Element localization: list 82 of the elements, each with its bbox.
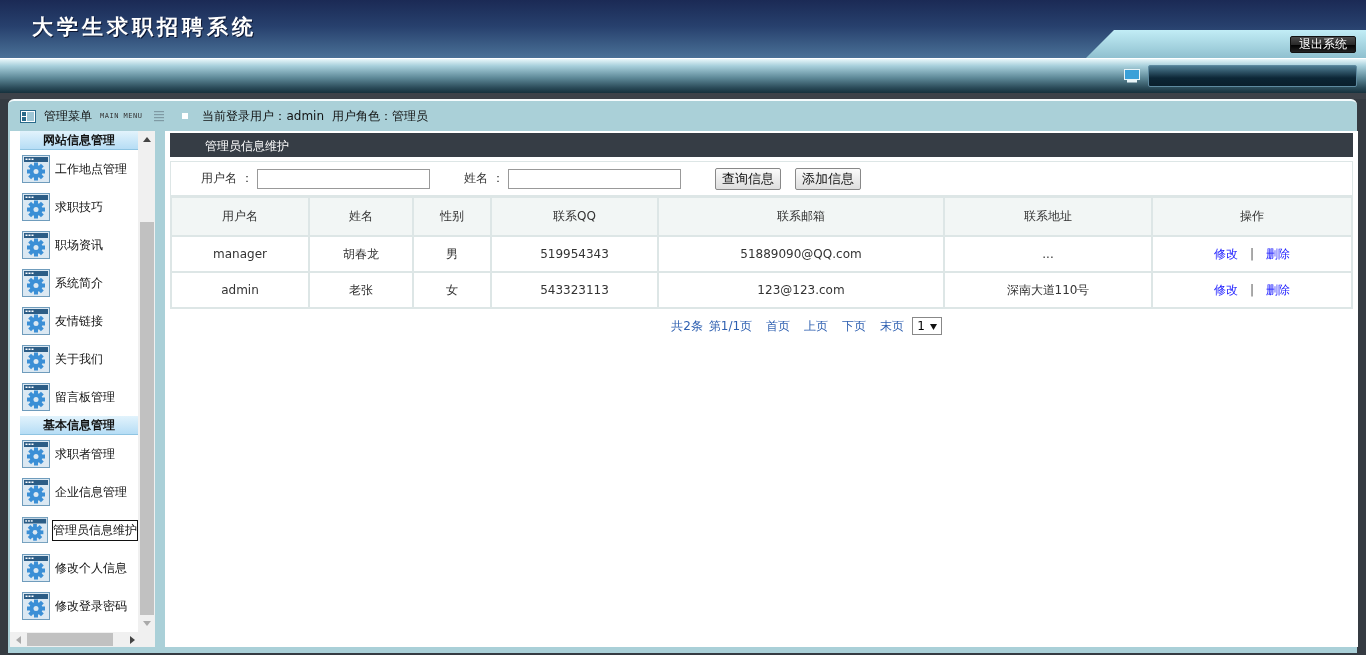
gear-window-icon — [22, 478, 50, 506]
table-cell: 老张 — [309, 272, 413, 308]
system-title: 大学生求职招聘系统 — [31, 13, 257, 41]
gear-window-icon — [22, 554, 50, 582]
column-header: 操作 — [1152, 197, 1352, 236]
record-count: 共2条 — [671, 317, 703, 335]
menu-item[interactable]: 修改登录密码 — [54, 595, 128, 617]
square-bullet-icon — [182, 113, 189, 119]
field-label: 姓名 ： — [463, 170, 504, 187]
gear-window-icon — [22, 592, 50, 620]
menu-item[interactable]: 职场资讯 — [54, 234, 104, 256]
gear-window-icon — [22, 155, 50, 183]
menu-group-header[interactable]: 网站信息管理 — [20, 131, 138, 150]
page-select[interactable]: 1 — [912, 317, 942, 335]
menu-item[interactable]: 工作地点管理 — [54, 158, 128, 180]
vertical-scrollbar[interactable] — [138, 131, 155, 632]
horizontal-scrollbar[interactable] — [10, 632, 155, 647]
page-indicator: 第1/1页 — [708, 317, 753, 335]
column-header: 用户名 — [171, 197, 309, 236]
table-cell: admin — [171, 272, 309, 308]
link-separator: | — [1249, 246, 1254, 261]
left-arrow-icon[interactable] — [16, 635, 21, 644]
menu-panel-icon — [20, 109, 36, 123]
gear-window-icon — [22, 269, 50, 297]
menu-item[interactable]: 求职技巧 — [54, 196, 104, 218]
field-label: 用户名 ： — [201, 170, 253, 187]
menu-item[interactable]: 求职者管理 — [54, 443, 116, 465]
link-separator: | — [1249, 282, 1254, 297]
monitor-icon — [1124, 69, 1140, 83]
table-cell: 543323113 — [491, 272, 658, 308]
gear-window-icon — [22, 516, 48, 544]
delete-link[interactable]: 删除 — [1266, 246, 1290, 261]
gear-window-icon — [22, 307, 50, 335]
table-cell: 123@123.com — [658, 272, 944, 308]
pager-link[interactable]: 上页 — [804, 317, 829, 335]
menu-item[interactable]: 修改个人信息 — [54, 557, 128, 579]
table-cell: 深南大道110号 — [944, 272, 1152, 308]
down-arrow-icon[interactable] — [142, 621, 151, 626]
menu-item[interactable]: 系统简介 — [54, 272, 104, 294]
delete-link[interactable]: 删除 — [1266, 282, 1290, 297]
table-cell: 51889090@QQ.com — [658, 236, 944, 272]
section-title: 管理员信息维护 — [170, 133, 1353, 157]
table-cell: 女 — [413, 272, 491, 308]
menu-item[interactable]: 企业信息管理 — [54, 481, 128, 503]
gear-window-icon — [22, 440, 50, 468]
scrollbar-thumb[interactable] — [27, 633, 113, 646]
pager-link[interactable]: 首页 — [766, 317, 791, 335]
query-button[interactable]: 查询信息 — [714, 167, 781, 190]
column-header: 联系地址 — [944, 197, 1152, 236]
right-arrow-icon[interactable] — [130, 635, 135, 644]
menu-item[interactable]: 友情链接 — [54, 310, 104, 332]
table-cell: 519954343 — [491, 236, 658, 272]
table-cell: 胡春龙 — [309, 236, 413, 272]
logout-button[interactable]: 退出系统 — [1290, 36, 1356, 53]
add-button[interactable]: 添加信息 — [794, 167, 861, 190]
gear-window-icon — [22, 345, 50, 373]
scrollbar-thumb[interactable] — [139, 222, 154, 615]
table-cell: ... — [944, 236, 1152, 272]
edit-link[interactable]: 修改 — [1213, 282, 1238, 297]
pager-link[interactable]: 末页 — [880, 317, 905, 335]
column-header: 姓名 — [309, 197, 413, 236]
gear-window-icon — [22, 193, 50, 221]
search-field[interactable] — [507, 168, 681, 189]
current-user-info: 当前登录用户：admin 用户角色：管理员 — [202, 107, 428, 125]
menu-group-header[interactable]: 基本信息管理 — [20, 416, 138, 435]
column-header: 联系QQ — [491, 197, 658, 236]
menu-title: 管理菜单 — [44, 107, 92, 125]
dropdown-caret-icon — [929, 324, 937, 330]
list-lines-icon — [154, 110, 165, 122]
column-header: 联系邮箱 — [658, 197, 944, 236]
table-cell: manager — [171, 236, 309, 272]
up-arrow-icon[interactable] — [142, 137, 151, 142]
gear-window-icon — [22, 231, 50, 259]
table-cell: 男 — [413, 236, 491, 272]
menu-item[interactable]: 留言板管理 — [54, 386, 116, 408]
edit-link[interactable]: 修改 — [1213, 246, 1238, 261]
gear-window-icon — [22, 383, 50, 411]
pager-link[interactable]: 下页 — [842, 317, 867, 335]
menu-item[interactable]: 关于我们 — [54, 348, 104, 370]
menu-item[interactable]: 管理员信息维护 — [52, 519, 138, 541]
search-field[interactable] — [256, 168, 430, 189]
column-header: 性别 — [413, 197, 491, 236]
